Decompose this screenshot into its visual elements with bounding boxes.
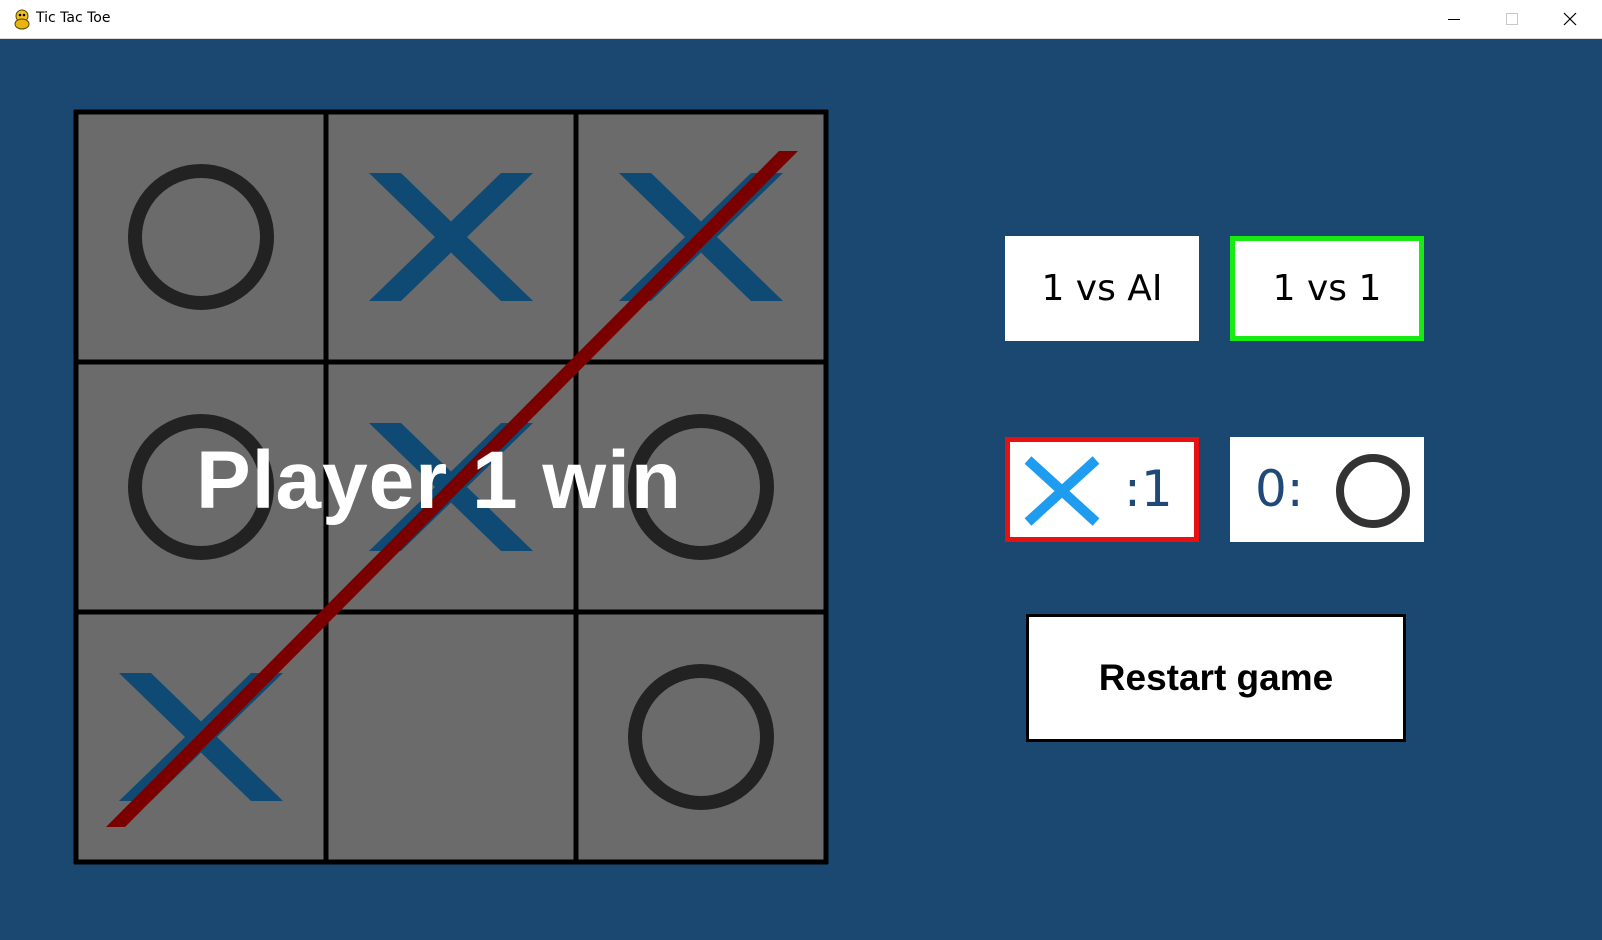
x-mark-icon: [1024, 456, 1100, 526]
restart-game-label: Restart game: [1098, 657, 1334, 698]
mode-1v1-button[interactable]: 1 vs 1: [1230, 236, 1424, 341]
o-mark-icon: [1336, 454, 1410, 528]
mode-vs-ai-label: 1 vs AI: [1041, 268, 1163, 309]
board-cell-8[interactable]: [326, 612, 576, 862]
game-result-text: Player 1 win: [196, 435, 683, 526]
score-o-box: 0:: [1230, 437, 1424, 542]
score-x-box: :1: [1005, 437, 1199, 542]
restart-game-button[interactable]: Restart game: [1026, 614, 1406, 742]
board-cell-9[interactable]: [576, 612, 826, 862]
score-x-value: :1: [1124, 460, 1173, 518]
mode-vs-ai-button[interactable]: 1 vs AI: [1005, 236, 1199, 341]
board-cell-1[interactable]: [76, 112, 326, 362]
mode-1v1-label: 1 vs 1: [1272, 268, 1382, 309]
